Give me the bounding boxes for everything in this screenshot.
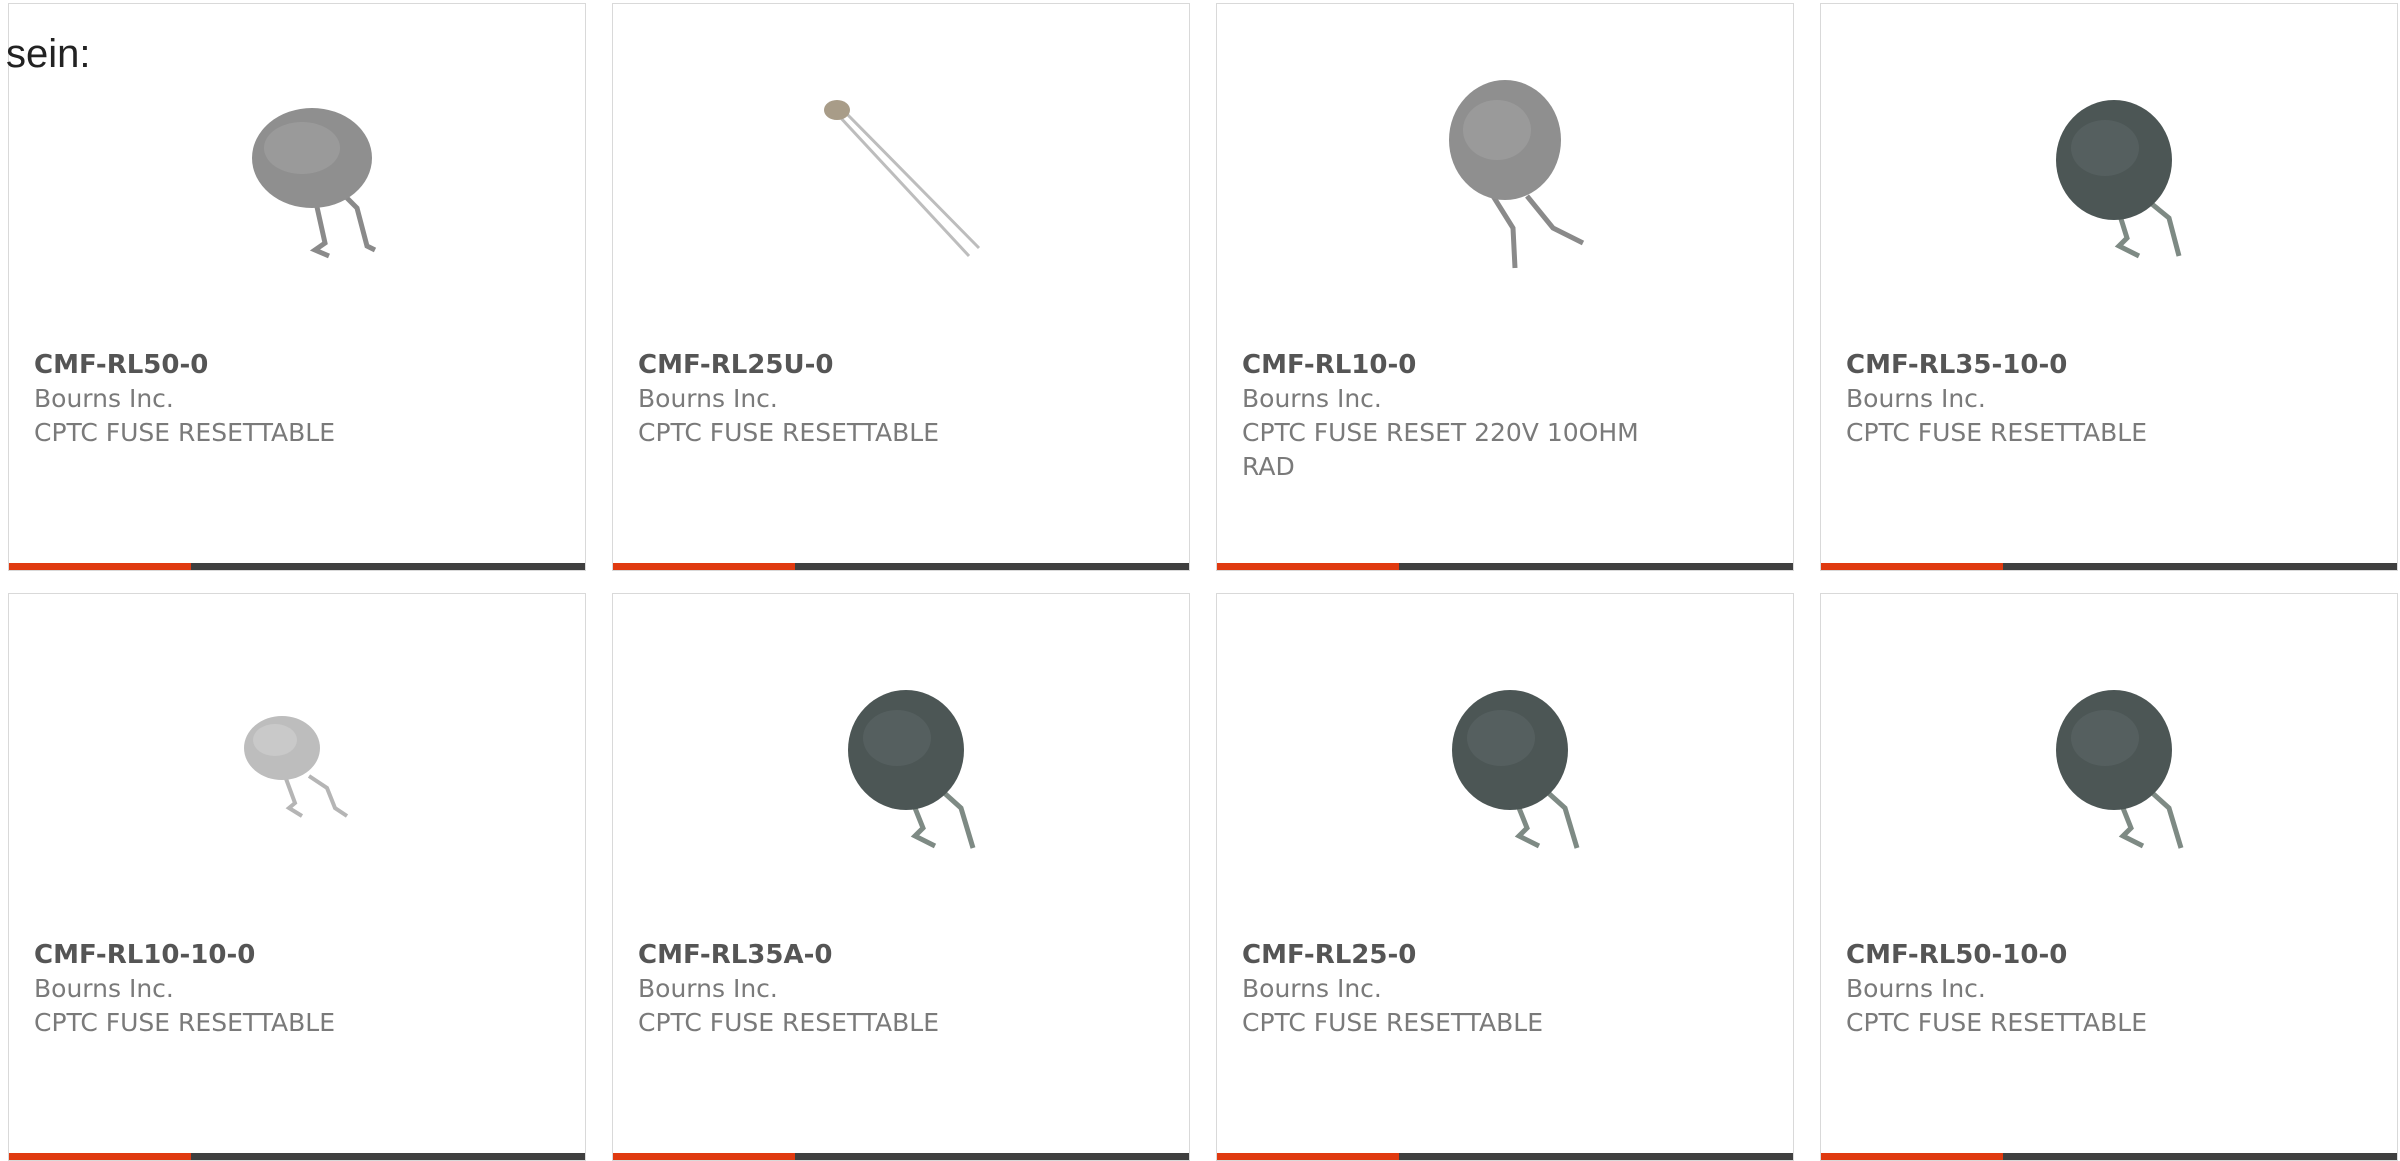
manufacturer: Bourns Inc. [1242, 974, 1382, 1003]
thermistor-dark-icon[interactable] [2009, 668, 2209, 868]
card-bottom-bar [1821, 563, 2397, 570]
part-number[interactable]: CMF-RL25-0 [1242, 938, 1643, 972]
part-number[interactable]: CMF-RL25U-0 [638, 348, 1039, 382]
card-accent [1217, 563, 1399, 570]
thermistor-light-icon[interactable] [197, 668, 397, 868]
product-card[interactable]: CMF-RL25U-0 Bourns Inc. CPTC FUSE RESETT… [612, 3, 1190, 571]
description: CPTC FUSE RESETTABLE [34, 1008, 336, 1037]
manufacturer: Bourns Inc. [1846, 974, 1986, 1003]
thermistor-gray-icon[interactable] [197, 78, 397, 278]
product-card[interactable]: CMF-RL10-10-0 Bourns Inc. CPTC FUSE RESE… [8, 593, 586, 1161]
card-bottom-bar [613, 563, 1189, 570]
product-card[interactable]: CMF-RL50-0 Bourns Inc. CPTC FUSE RESETTA… [8, 3, 586, 571]
description: CPTC FUSE RESETTABLE [1242, 1008, 1544, 1037]
part-number[interactable]: CMF-RL10-0 [1242, 348, 1643, 382]
description: CPTC FUSE RESETTABLE [1846, 418, 2148, 447]
thermistor-small-bead-icon[interactable] [801, 78, 1001, 278]
product-card[interactable]: CMF-RL50-10-0 Bourns Inc. CPTC FUSE RESE… [1820, 593, 2398, 1161]
description: CPTC FUSE RESET 220V 10OHM RAD [1242, 418, 1639, 481]
manufacturer: Bourns Inc. [638, 384, 778, 413]
description: CPTC FUSE RESETTABLE [1846, 1008, 2148, 1037]
card-accent [1821, 563, 2003, 570]
product-card[interactable]: CMF-RL25-0 Bourns Inc. CPTC FUSE RESETTA… [1216, 593, 1794, 1161]
product-card[interactable]: CMF-RL35-10-0 Bourns Inc. CPTC FUSE RESE… [1820, 3, 2398, 571]
product-grid: CMF-RL50-0 Bourns Inc. CPTC FUSE RESETTA… [0, 0, 2400, 1161]
manufacturer: Bourns Inc. [34, 974, 174, 1003]
thermistor-dark-icon[interactable] [1405, 668, 1605, 868]
section-heading: sein: [6, 32, 91, 76]
description: CPTC FUSE RESETTABLE [638, 418, 940, 447]
thermistor-gray-icon[interactable] [1405, 78, 1605, 278]
card-accent [613, 563, 795, 570]
part-number[interactable]: CMF-RL10-10-0 [34, 938, 435, 972]
manufacturer: Bourns Inc. [34, 384, 174, 413]
part-number[interactable]: CMF-RL50-10-0 [1846, 938, 2247, 972]
description: CPTC FUSE RESETTABLE [34, 418, 336, 447]
part-number[interactable]: CMF-RL35-10-0 [1846, 348, 2247, 382]
card-bottom-bar [1217, 563, 1793, 570]
card-accent [9, 563, 191, 570]
description: CPTC FUSE RESETTABLE [638, 1008, 940, 1037]
card-bottom-bar [9, 563, 585, 570]
part-number[interactable]: CMF-RL50-0 [34, 348, 435, 382]
manufacturer: Bourns Inc. [1242, 384, 1382, 413]
manufacturer: Bourns Inc. [1846, 384, 1986, 413]
manufacturer: Bourns Inc. [638, 974, 778, 1003]
thermistor-dark-icon[interactable] [801, 668, 1001, 868]
product-card[interactable]: CMF-RL10-0 Bourns Inc. CPTC FUSE RESET 2… [1216, 3, 1794, 571]
product-card[interactable]: CMF-RL35A-0 Bourns Inc. CPTC FUSE RESETT… [612, 593, 1190, 1161]
part-number[interactable]: CMF-RL35A-0 [638, 938, 1039, 972]
thermistor-dark-icon[interactable] [2009, 78, 2209, 278]
